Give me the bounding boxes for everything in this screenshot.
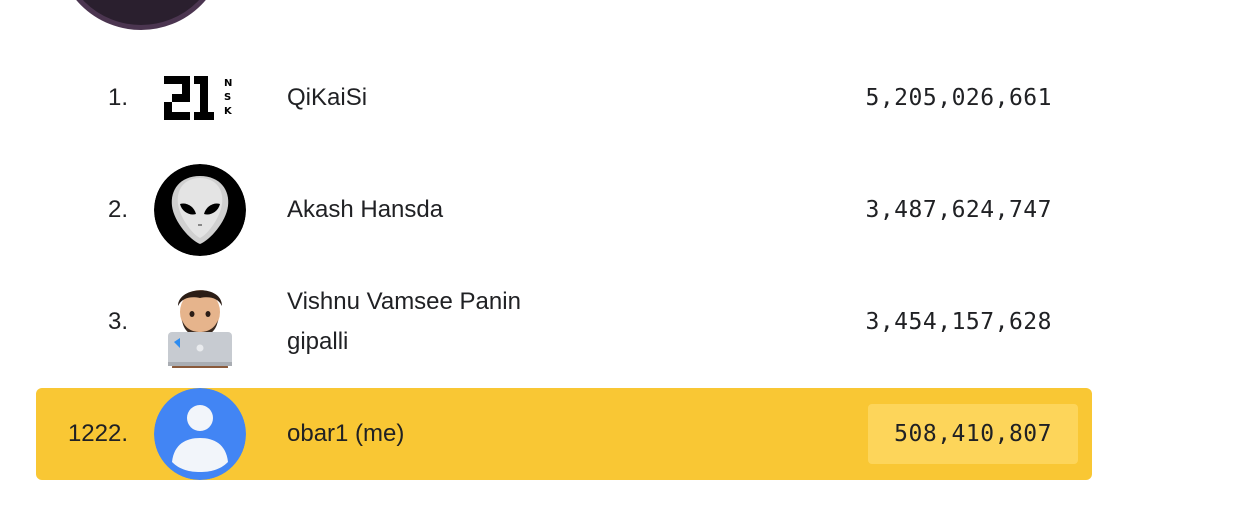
- rank-label: 3.: [107, 308, 128, 335]
- default-user-icon: [154, 388, 246, 480]
- user-score: 3,454,157,628: [865, 309, 1052, 335]
- user-score: 5,205,026,661: [865, 85, 1052, 111]
- 21-nsk-logo-icon: N S K: [154, 52, 246, 144]
- user-name[interactable]: Vishnu Vamsee Panin gipalli: [287, 276, 577, 368]
- user-name[interactable]: obar1 (me): [287, 388, 577, 480]
- alien-face-icon: [154, 164, 246, 256]
- rank-label: 1.: [107, 84, 128, 111]
- rank-label: 1222.: [67, 420, 128, 447]
- svg-text:K: K: [224, 106, 233, 117]
- leaderboard-row[interactable]: 2. Akash Hansda 3,487,624,747: [36, 164, 1092, 256]
- svg-text:S: S: [224, 92, 231, 103]
- rank-label: 2.: [107, 196, 128, 223]
- user-name[interactable]: Akash Hansda: [287, 164, 577, 256]
- leaderboard-row[interactable]: 1. N S K QiKaiSi 5,205,026,661: [36, 52, 1092, 144]
- svg-text:N: N: [224, 78, 232, 89]
- current-user-row[interactable]: 1222. obar1 (me) 508,410,807: [36, 388, 1092, 480]
- user-name[interactable]: QiKaiSi: [287, 52, 577, 144]
- previous-avatar-partial: [56, 0, 226, 30]
- memoji-laptop-icon: [154, 276, 246, 368]
- leaderboard-row[interactable]: 3. Vishnu Vamsee Panin gipalli 3,454,157…: [36, 276, 1092, 368]
- user-score: 508,410,807: [868, 404, 1078, 464]
- user-score: 3,487,624,747: [865, 197, 1052, 223]
